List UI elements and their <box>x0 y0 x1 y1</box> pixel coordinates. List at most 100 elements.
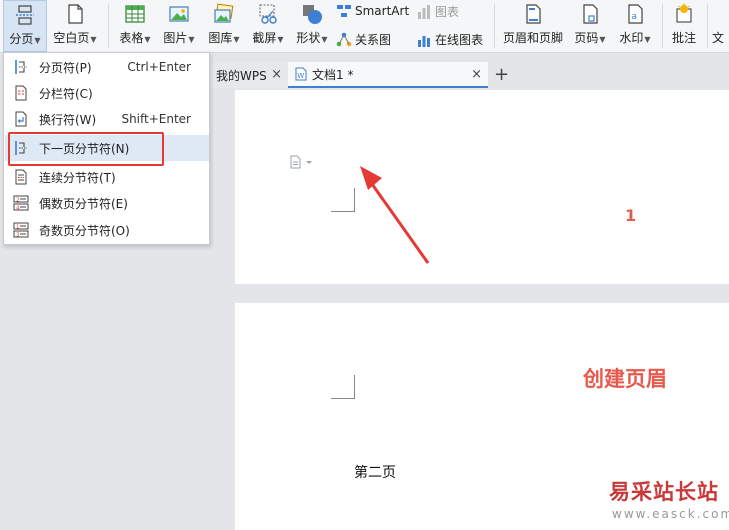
menu-item-label: 奇数页分节符(O) <box>39 223 130 238</box>
watermark-button[interactable]: a 水印▼ <box>614 0 656 47</box>
blank-page-icon <box>68 4 83 24</box>
watermark-icon: a <box>628 4 643 24</box>
table-icon <box>125 5 145 23</box>
chevron-down-icon: ▼ <box>644 35 651 44</box>
menu-item-line-break[interactable]: 换行符(W) Shift+Enter <box>5 106 209 132</box>
tab-my-wps[interactable]: 我的WPS × <box>210 62 288 88</box>
site-watermark-title: 易采站长站 <box>609 479 719 504</box>
relation-chart-button[interactable]: 关系图 <box>336 31 391 48</box>
header-footer-button[interactable]: 页眉和页脚 <box>500 0 566 45</box>
page-number-label: 页码 <box>574 31 599 45</box>
menu-item-label: 偶数页分节符(E) <box>39 196 128 211</box>
text-partial-label: 文 <box>712 31 725 45</box>
chevron-down-icon: ▼ <box>90 35 97 44</box>
text-button-partial[interactable]: 文 <box>712 0 729 45</box>
ribbon-separator <box>707 4 708 48</box>
red-arrow-annotation <box>360 166 430 264</box>
menu-item-label: 分栏符(C) <box>39 86 93 101</box>
header-footer-label: 页眉和页脚 <box>502 31 563 45</box>
tab-my-wps-label: 我的WPS <box>216 68 267 83</box>
chevron-down-icon: ▼ <box>233 35 240 44</box>
picture-label: 图片 <box>163 31 188 45</box>
comment-label: 批注 <box>671 31 696 45</box>
menu-item-label: 分页符(P) <box>39 60 92 75</box>
relation-label: 关系图 <box>355 33 392 47</box>
margin-corner-mark <box>331 375 355 399</box>
svg-text:W: W <box>297 72 304 80</box>
screenshot-button[interactable]: 截屏▼ <box>247 0 289 47</box>
menu-item-label: 换行符(W) <box>39 112 97 127</box>
page-number-icon <box>583 4 598 24</box>
chevron-down-icon: ▼ <box>34 36 41 45</box>
menu-item-continuous-section-break[interactable]: 连续分节符(T) <box>5 164 209 190</box>
blank-page-button[interactable]: 空白页▼ <box>50 0 100 47</box>
ribbon-separator <box>494 4 495 48</box>
menu-item-label: 连续分节符(T) <box>39 170 116 185</box>
menu-item-page-break[interactable]: 分页符(P) Ctrl+Enter <box>5 54 209 80</box>
smartart-icon <box>337 5 351 17</box>
menu-item-shortcut: Shift+Enter <box>121 112 191 126</box>
shape-label: 形状 <box>296 31 321 45</box>
chevron-down-icon: ▼ <box>188 35 195 44</box>
online-chart-button[interactable]: 在线图表 <box>416 31 483 48</box>
document-page-1[interactable]: 1 <box>235 90 729 284</box>
page-number-annotation: 1 <box>625 206 637 225</box>
table-button[interactable]: 表格▼ <box>114 0 156 47</box>
chart-button[interactable]: 图表 <box>416 3 459 20</box>
gallery-icon <box>214 3 234 23</box>
online-chart-icon <box>418 35 430 47</box>
comment-button[interactable]: 批注 <box>666 0 702 45</box>
bar-chart-icon <box>418 4 430 19</box>
screenshot-label: 截屏 <box>252 31 277 45</box>
chevron-down-icon: ▼ <box>321 35 328 44</box>
table-label: 表格 <box>119 31 144 45</box>
shape-icon <box>303 5 322 24</box>
new-tab-button[interactable]: + <box>494 66 509 84</box>
chevron-down-icon: ▼ <box>144 35 151 44</box>
create-header-annotation: 创建页眉 <box>583 366 667 391</box>
menu-item-even-page-section-break[interactable]: 2 4 偶数页分节符(E) <box>5 190 209 216</box>
smartart-label: SmartArt <box>355 4 410 18</box>
svg-text:1: 1 <box>16 224 20 230</box>
menu-item-odd-page-section-break[interactable]: 1 3 奇数页分节符(O) <box>5 217 209 243</box>
close-icon[interactable]: × <box>471 67 482 82</box>
header-footer-icon <box>526 4 541 24</box>
picture-button[interactable]: 图片▼ <box>158 0 200 47</box>
site-watermark-url: www.easck.com <box>612 507 729 521</box>
page-break-icon <box>16 5 34 25</box>
chevron-down-icon: ▼ <box>277 35 284 44</box>
comment-icon <box>676 3 692 23</box>
line-break-icon <box>15 111 27 127</box>
menu-item-column-break[interactable]: 分栏符(C) <box>5 80 209 106</box>
relation-icon <box>336 32 352 46</box>
blank-page-label: 空白页 <box>53 31 90 45</box>
page-body-text[interactable]: 第二页 <box>354 462 396 482</box>
tab-document-1[interactable]: W 文档1 * × <box>288 62 488 88</box>
menu-item-shortcut: Ctrl+Enter <box>127 60 191 74</box>
online-chart-label: 在线图表 <box>435 33 484 47</box>
ribbon-toolbar: 分页▼ 空白页▼ 表格▼ 图片▼ 图库▼ 截屏▼ 形状▼ SmartArt 图表… <box>0 0 729 53</box>
page-break-button[interactable]: 分页▼ <box>3 0 47 52</box>
svg-text:3: 3 <box>16 232 20 238</box>
ribbon-separator <box>108 4 109 48</box>
scissors-icon <box>259 4 277 24</box>
paste-options-icon[interactable] <box>289 154 317 170</box>
continuous-section-break-icon <box>15 169 27 185</box>
watermark-label: 水印 <box>619 31 644 45</box>
smartart-button[interactable]: SmartArt <box>336 3 409 19</box>
red-highlight-box <box>8 132 164 166</box>
gallery-button[interactable]: 图库▼ <box>203 0 245 47</box>
page-break-icon <box>15 60 27 74</box>
ribbon-separator <box>662 4 663 48</box>
picture-icon <box>169 6 189 22</box>
page-number-button[interactable]: 页码▼ <box>569 0 611 47</box>
column-break-icon <box>15 85 27 101</box>
chart-label: 图表 <box>435 5 460 19</box>
close-icon[interactable]: × <box>271 67 282 82</box>
page-break-label: 分页 <box>9 32 34 46</box>
odd-page-section-break-icon: 1 3 <box>13 222 29 238</box>
tab-document-1-label: 文档1 * <box>312 67 354 82</box>
shape-button[interactable]: 形状▼ <box>291 0 333 47</box>
even-page-section-break-icon: 2 4 <box>13 195 29 211</box>
svg-text:a: a <box>632 12 638 22</box>
